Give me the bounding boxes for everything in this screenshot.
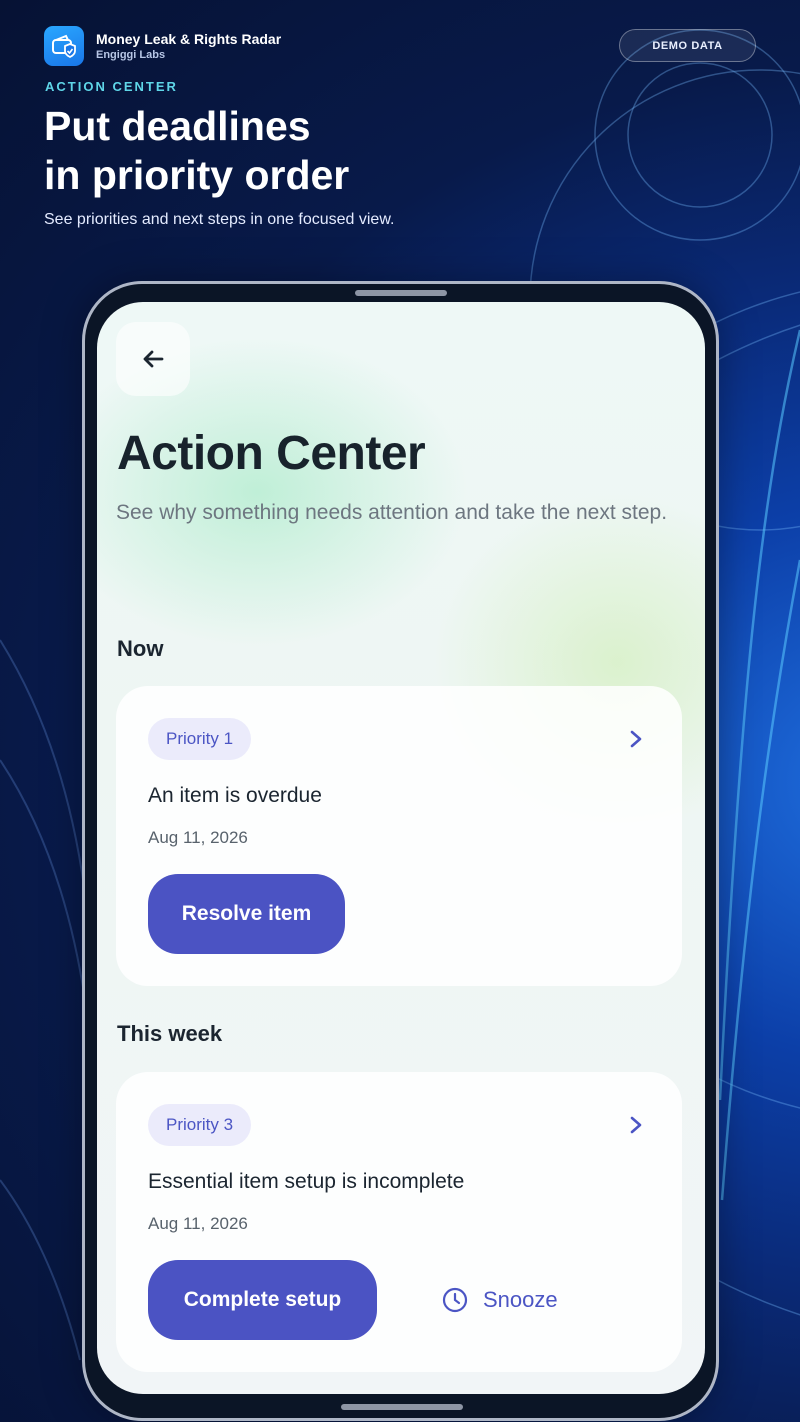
page-title: Action Center: [117, 427, 426, 480]
complete-setup-button[interactable]: Complete setup: [148, 1260, 377, 1340]
arrow-left-icon: [143, 350, 164, 368]
clock-icon: [442, 1287, 468, 1313]
hero-subline: See priorities and next steps in one foc…: [44, 211, 395, 228]
snooze-button[interactable]: Snooze: [441, 1279, 558, 1321]
priority-badge: Priority 1: [148, 718, 252, 760]
priority-badge: Priority 3: [148, 1104, 252, 1146]
card-date: Aug 11, 2026: [148, 828, 248, 847]
demo-data-badge: DEMO DATA: [619, 29, 756, 62]
page-description: See why something needs attention and ta…: [116, 501, 668, 524]
snooze-label: Snooze: [483, 1287, 558, 1312]
phone-frame: Action Center See why something needs at…: [82, 281, 719, 1421]
back-button[interactable]: [116, 322, 190, 396]
headline-line-2: in priority order: [44, 152, 350, 198]
hero-headline: Put deadlines in priority order: [44, 102, 604, 200]
section-label-this-week: This week: [117, 1021, 223, 1046]
app-screen: Action Center See why something needs at…: [97, 302, 705, 1394]
resolve-item-button[interactable]: Resolve item: [148, 874, 345, 954]
action-card[interactable]: Priority 1 An item is overdue Aug 11, 20…: [116, 686, 682, 986]
card-title: Essential item setup is incomplete: [148, 1170, 465, 1193]
headline-line-1: Put deadlines: [44, 103, 311, 149]
section-label-now: Now: [117, 636, 164, 661]
device-notch: [355, 290, 447, 296]
card-date: Aug 11, 2026: [148, 1214, 248, 1233]
home-indicator: [341, 1404, 463, 1410]
card-title: An item is overdue: [148, 784, 322, 807]
app-name: Money Leak & Rights Radar: [96, 30, 282, 47]
brand-header: Money Leak & Rights Radar Engiggi Labs: [44, 26, 281, 66]
section-kicker: ACTION CENTER: [45, 79, 178, 94]
company-name: Engiggi Labs: [96, 48, 166, 61]
wallet-shield-icon: [44, 26, 84, 66]
chevron-right-icon[interactable]: [623, 726, 649, 752]
chevron-right-icon[interactable]: [623, 1112, 649, 1138]
action-card[interactable]: Priority 3 Essential item setup is incom…: [116, 1072, 682, 1372]
